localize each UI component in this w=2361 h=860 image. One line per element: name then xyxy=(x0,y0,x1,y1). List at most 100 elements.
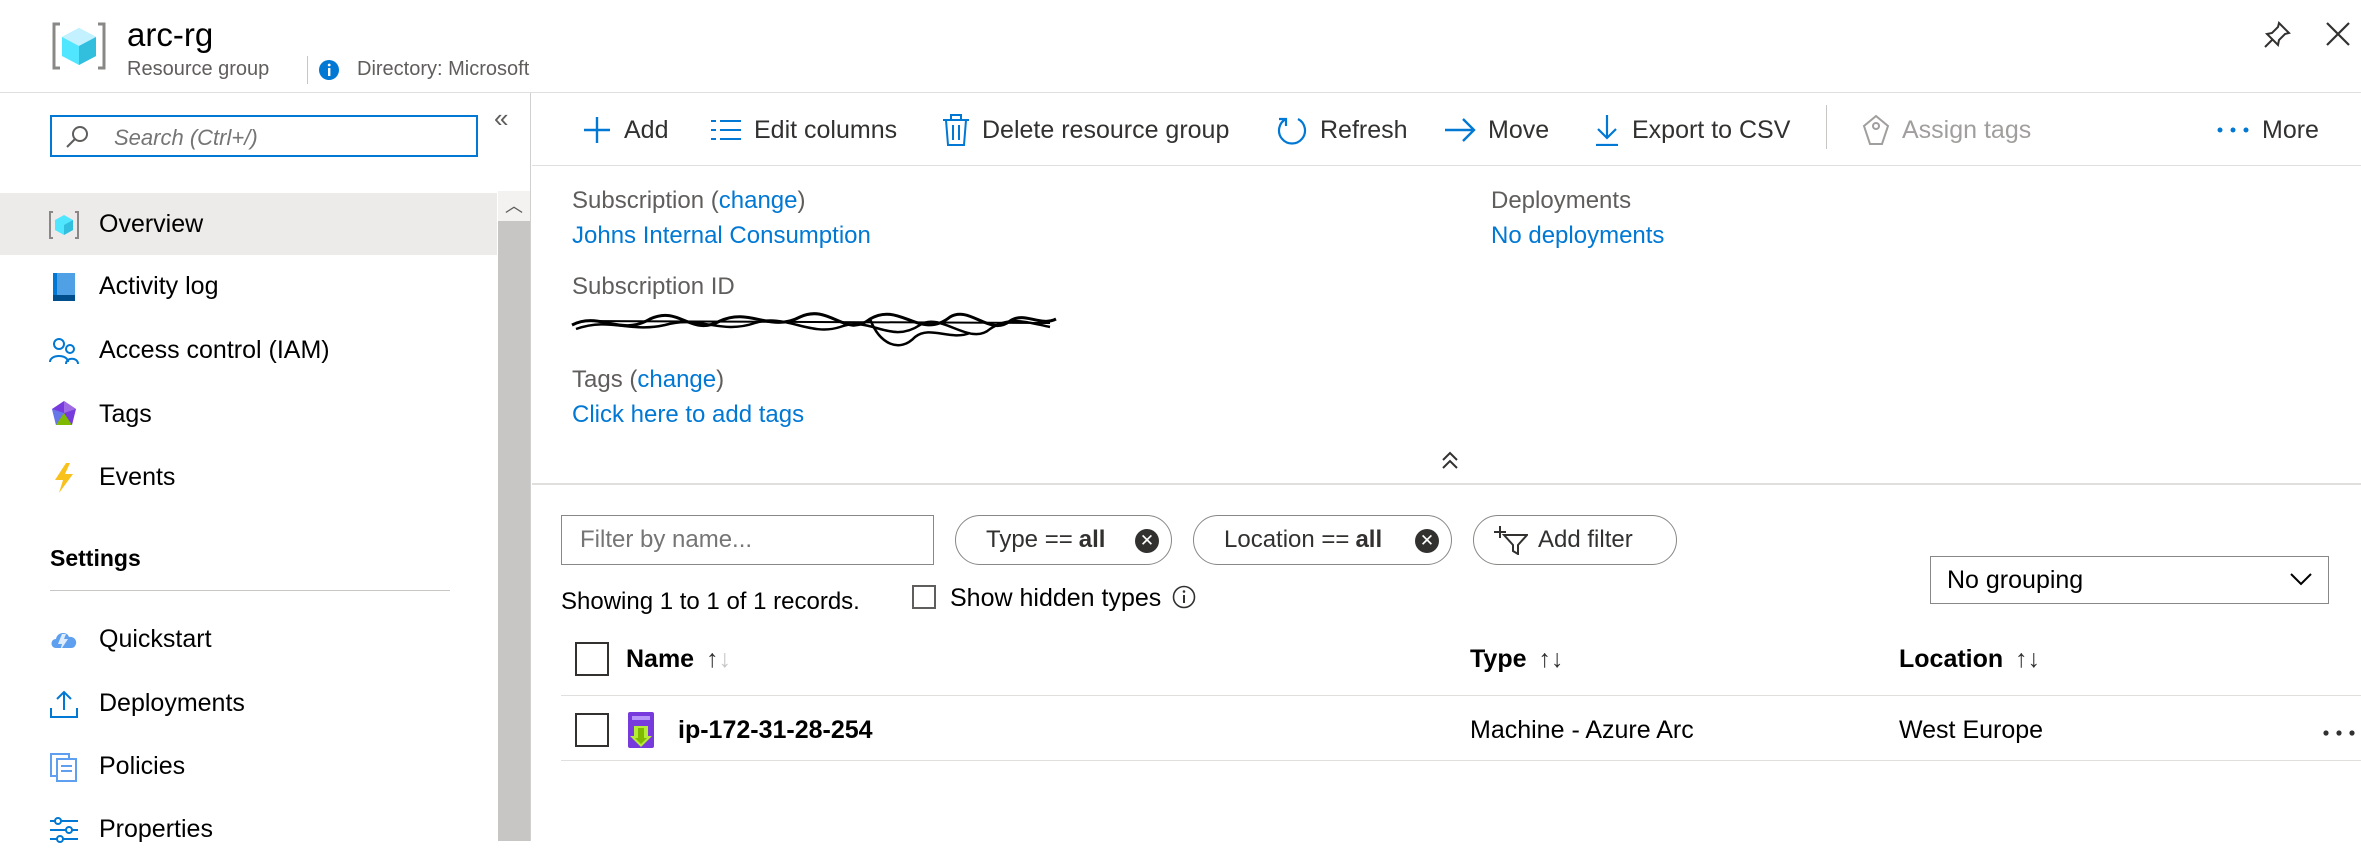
search-input[interactable] xyxy=(112,123,476,153)
page-subtitle: Resource group xyxy=(127,58,270,80)
arrow-right-icon xyxy=(1445,118,1476,142)
assign-tags-button[interactable]: Assign tags xyxy=(1862,113,2031,147)
remove-filter-icon[interactable]: ✕ xyxy=(1135,529,1159,553)
divider xyxy=(307,56,308,84)
row-more-icon[interactable] xyxy=(2322,724,2356,742)
add-label: Add xyxy=(624,115,669,144)
resource-group-icon xyxy=(48,209,80,241)
directory-label: Directory: Microsoft xyxy=(357,58,530,80)
toolbar-divider xyxy=(1826,105,1827,149)
sidebar-item-events[interactable]: Events xyxy=(0,446,497,508)
sidebar-item-label: Activity log xyxy=(99,272,219,300)
show-hidden-types-checkbox[interactable] xyxy=(912,585,936,609)
sidebar-item-properties[interactable]: Properties xyxy=(0,798,497,860)
add-tags-link[interactable]: Click here to add tags xyxy=(572,401,804,429)
sidebar-item-overview[interactable]: Overview xyxy=(0,193,497,255)
refresh-label: Refresh xyxy=(1320,115,1408,144)
change-tags-link[interactable]: change xyxy=(637,366,716,393)
refresh-icon xyxy=(1277,117,1307,145)
info-icon xyxy=(1172,585,1196,609)
grouping-dropdown[interactable]: No grouping xyxy=(1930,556,2329,604)
pill-value: all xyxy=(1078,526,1106,553)
more-label: More xyxy=(2262,115,2319,144)
close-icon[interactable] xyxy=(2324,20,2352,53)
pin-icon[interactable] xyxy=(2262,20,2292,55)
delete-resource-group-button[interactable]: Delete resource group xyxy=(942,113,1229,147)
blade-header: arc-rg Resource group Directory: Microso… xyxy=(0,0,2361,93)
sidebar-scrollbar[interactable] xyxy=(498,191,530,841)
export-csv-button[interactable]: Export to CSV xyxy=(1594,113,1790,147)
add-filter-button[interactable]: Add filter xyxy=(1473,515,1677,565)
upload-icon xyxy=(48,688,80,720)
more-icon xyxy=(2217,127,2249,133)
remove-filter-icon[interactable]: ✕ xyxy=(1415,529,1439,553)
edit-columns-label: Edit columns xyxy=(754,115,898,144)
trash-icon xyxy=(943,114,969,146)
sidebar-item-access-control[interactable]: Access control (IAM) xyxy=(0,319,497,381)
resource-name-link[interactable]: ip-172-31-28-254 xyxy=(678,716,873,745)
page-title: arc-rg xyxy=(127,16,214,53)
edit-columns-button[interactable]: Edit columns xyxy=(710,113,897,147)
sidebar-item-policies[interactable]: Policies xyxy=(0,735,497,797)
row-checkbox[interactable] xyxy=(575,713,609,747)
pill-key: Location == xyxy=(1224,526,1350,553)
location-filter-pill[interactable]: Location == all ✕ xyxy=(1193,515,1452,565)
add-button[interactable]: Add xyxy=(582,113,668,147)
move-label: Move xyxy=(1488,115,1550,144)
plus-icon xyxy=(584,117,610,143)
sidebar-item-label: Policies xyxy=(99,752,186,780)
column-header-type[interactable]: Type ↑↓ xyxy=(1470,645,1564,674)
delete-label: Delete resource group xyxy=(982,115,1230,144)
show-hidden-types-label: Show hidden types xyxy=(950,584,1196,613)
divider xyxy=(50,590,450,591)
collapse-essentials-icon[interactable] xyxy=(1440,450,1460,477)
subscription-link[interactable]: Johns Internal Consumption xyxy=(572,222,871,250)
sidebar: « Overview Activity log Access control (… xyxy=(0,93,531,843)
scroll-up-button[interactable]: ︿ xyxy=(498,191,530,221)
grouping-value: No grouping xyxy=(1947,566,2084,594)
sliders-icon xyxy=(48,814,80,846)
sidebar-item-label: Overview xyxy=(99,210,204,238)
tag-icon xyxy=(1862,114,1890,145)
subscription-label: Subscription (change) xyxy=(572,187,806,214)
sidebar-item-tags[interactable]: Tags xyxy=(0,383,497,445)
policy-icon xyxy=(48,751,80,783)
sidebar-item-quickstart[interactable]: Quickstart xyxy=(0,608,497,670)
export-label: Export to CSV xyxy=(1632,115,1791,144)
info-icon xyxy=(318,59,340,86)
redaction-scribble xyxy=(570,297,1060,360)
change-subscription-link[interactable]: change xyxy=(719,187,798,214)
record-count: Showing 1 to 1 of 1 records. xyxy=(561,588,860,615)
filter-by-name-input[interactable] xyxy=(561,515,934,565)
sidebar-item-activity-log[interactable]: Activity log xyxy=(0,255,497,317)
add-filter-label: Add filter xyxy=(1538,526,1633,553)
move-button[interactable]: Move xyxy=(1444,113,1549,147)
sidebar-search[interactable] xyxy=(50,115,478,157)
azure-arc-machine-icon xyxy=(626,710,656,755)
resource-type: Machine - Azure Arc xyxy=(1470,716,1694,744)
sidebar-item-label: Quickstart xyxy=(99,625,212,653)
sidebar-item-label: Events xyxy=(99,463,176,491)
refresh-button[interactable]: Refresh xyxy=(1276,113,1408,147)
sidebar-item-deployments[interactable]: Deployments xyxy=(0,672,497,734)
deployments-link[interactable]: No deployments xyxy=(1491,222,1664,250)
more-button[interactable]: More xyxy=(2216,113,2319,147)
resource-location: West Europe xyxy=(1899,716,2044,744)
settings-heading: Settings xyxy=(50,545,141,571)
assign-tags-label: Assign tags xyxy=(1902,115,2032,144)
command-bar: Add Edit columns Delete resource group R… xyxy=(532,93,2361,166)
tags-label: Tags (change) xyxy=(572,366,725,393)
tag-icon xyxy=(48,399,80,431)
column-header-name[interactable]: Name ↑↓ xyxy=(626,645,731,674)
type-filter-pill[interactable]: Type == all ✕ xyxy=(955,515,1172,565)
sidebar-item-label: Deployments xyxy=(99,689,245,717)
download-icon xyxy=(1596,115,1618,146)
column-header-location[interactable]: Location ↑↓ xyxy=(1899,645,2040,674)
pill-value: all xyxy=(1355,526,1383,553)
resource-group-icon xyxy=(50,20,108,77)
sort-icon: ↑↓ xyxy=(2015,645,2041,673)
cloud-icon xyxy=(48,624,80,656)
collapse-sidebar-button[interactable]: « xyxy=(494,103,508,134)
select-all-checkbox[interactable] xyxy=(575,642,609,676)
lightning-icon xyxy=(48,462,80,494)
